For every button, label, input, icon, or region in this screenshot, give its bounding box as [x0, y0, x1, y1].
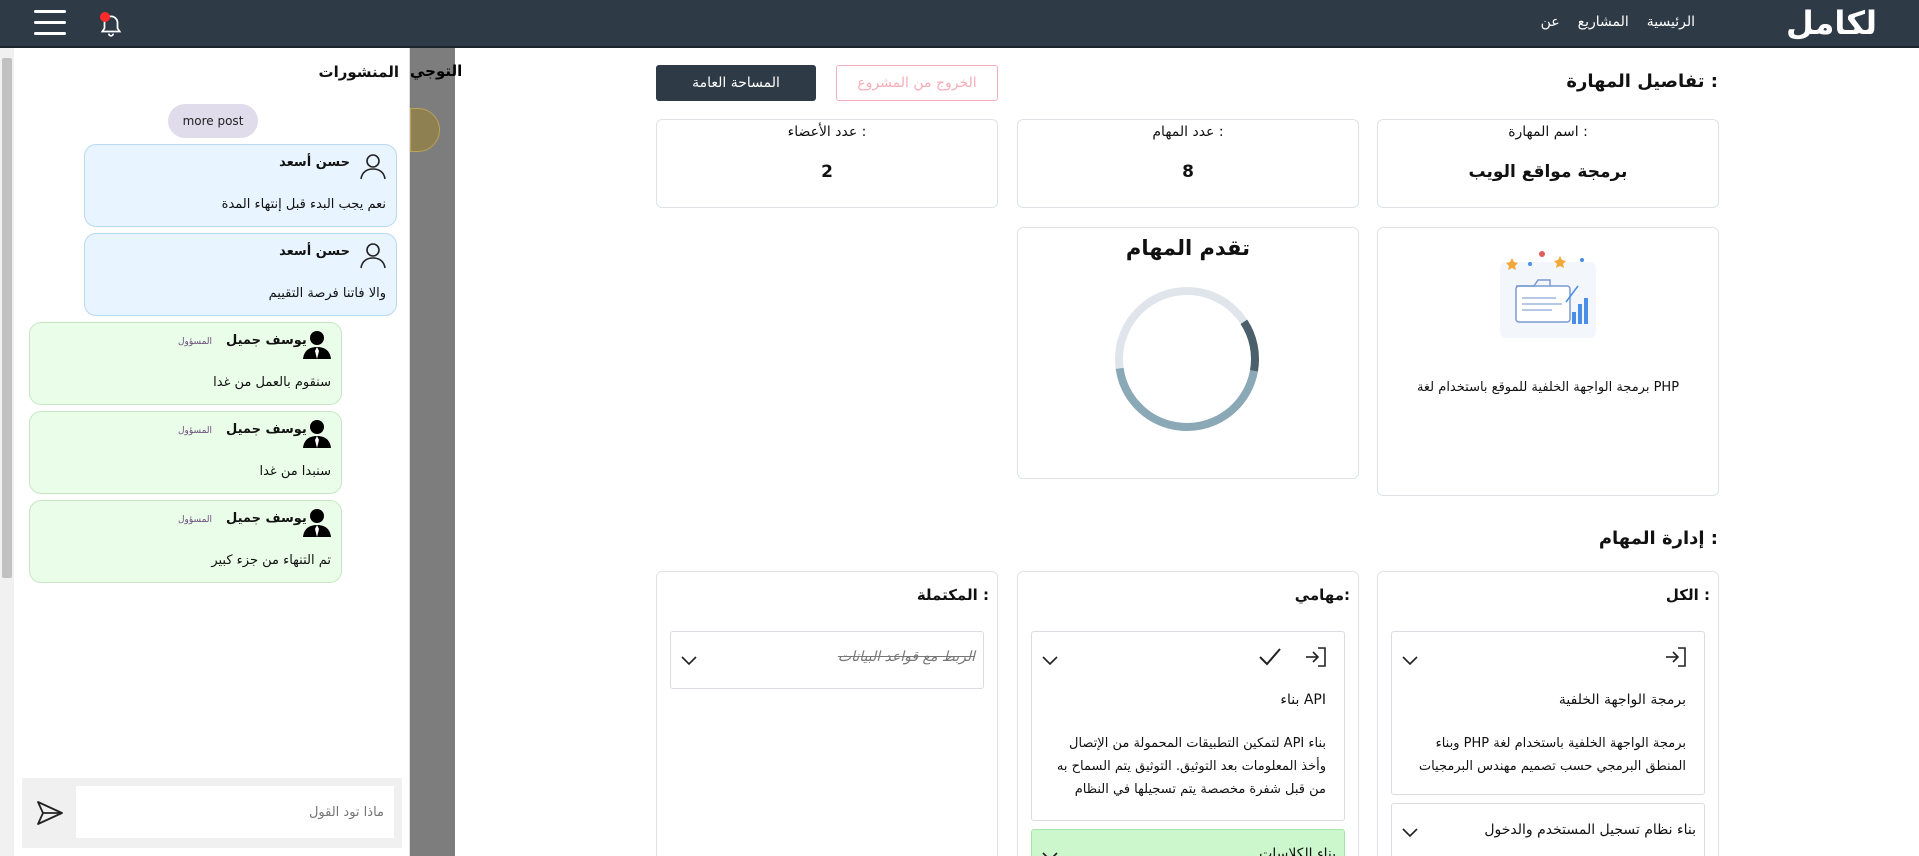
task-title: بناء API: [1280, 692, 1326, 708]
chevron-down-icon[interactable]: [1042, 850, 1058, 856]
members-count-value: 2: [821, 162, 833, 182]
message-text: تم التنهاء من جزء كبير: [211, 553, 331, 568]
task-card[interactable]: بناء نظام تسجيل المستخدم والدخول: [1391, 803, 1705, 856]
chevron-down-icon[interactable]: [1402, 826, 1418, 838]
skill-name-label: اسم المهارة :: [1508, 124, 1588, 140]
chat-message: يوسف جميل المسؤول سنبدا من غدا: [29, 411, 342, 494]
chat-message: يوسف جميل المسؤول تم التنهاء من جزء كبير: [29, 500, 342, 583]
message-author: يوسف جميل: [226, 333, 307, 348]
message-input[interactable]: [76, 786, 394, 838]
skill-name-value: برمجة مواقع الويب: [1468, 162, 1628, 182]
skill-name-card: اسم المهارة : برمجة مواقع الويب: [1377, 119, 1719, 208]
task-card-done-highlight[interactable]: بناء الكلاسات: [1031, 829, 1345, 856]
progress-arc-light: [1115, 287, 1259, 431]
done-tasks-column: المكتملة : الربط مع قواعد البيانات: [656, 571, 998, 856]
chevron-down-icon[interactable]: [1402, 654, 1418, 666]
all-tasks-column: الكل : برمجة الواجهة الخلفية برمجة الواج…: [1377, 571, 1719, 856]
user-avatar-icon: [360, 243, 386, 269]
message-text: سنقوم بالعمل من غدا: [213, 375, 331, 390]
task-card[interactable]: الربط مع قواعد البيانات: [670, 631, 984, 689]
my-tasks-column: مهامي: بناء API بناء API لتمكين التطبيقا…: [1017, 571, 1359, 856]
task-progress-title: تقدم المهام: [1125, 236, 1251, 260]
chat-message: حسن أسعد نعم يجب البدء قبل إنتهاء المدة: [84, 144, 397, 227]
nav-link-projects[interactable]: المشاريع: [1578, 14, 1629, 30]
chat-message: يوسف جميل المسؤول سنقوم بالعمل من غدا: [29, 322, 342, 405]
chevron-down-icon[interactable]: [1042, 654, 1058, 666]
tasks-count-value: 8: [1182, 162, 1194, 182]
nav-link-home[interactable]: الرئيسية: [1647, 14, 1695, 30]
chevron-down-icon[interactable]: [681, 654, 697, 666]
user-avatar-icon: [360, 154, 386, 180]
message-author: حسن أسعد: [279, 244, 350, 259]
task-title: برمجة الواجهة الخلفية: [1558, 692, 1686, 708]
skill-details-title: تفاصيل المهارة :: [1566, 71, 1718, 92]
skill-description: برمجة الواجهة الخلفية للموقع باستخدام لغ…: [1416, 380, 1680, 395]
overlay-heading-fragment: التوجي: [410, 62, 463, 80]
message-composer: [22, 778, 402, 848]
task-progress-ring: [1115, 287, 1259, 431]
task-card[interactable]: بناء API بناء API لتمكين التطبيقات المحم…: [1031, 631, 1345, 821]
my-tasks-title: مهامي:: [1294, 586, 1350, 604]
posts-panel: المنشورات more post حسن أسعد نعم يجب الب…: [0, 48, 410, 856]
nav-link-about[interactable]: عن: [1541, 14, 1560, 30]
analytics-illustration-icon: [1500, 251, 1596, 338]
nav-links: الرئيسية المشاريع عن: [1541, 14, 1695, 30]
message-role-badge: المسؤول: [178, 515, 213, 525]
exit-project-button[interactable]: الخروج من المشروع: [836, 65, 998, 101]
members-count-card: عدد الأعضاء : 2: [656, 119, 998, 208]
notification-badge: [100, 12, 110, 22]
progress-arc-dark: [1115, 287, 1259, 431]
top-navbar: الرئيسية المشاريع عن لكامل: [0, 0, 1919, 48]
message-author: حسن أسعد: [279, 155, 350, 170]
join-task-icon[interactable]: [1304, 646, 1328, 668]
tasks-count-label: عدد المهام :: [1152, 124, 1224, 140]
complete-task-check-icon[interactable]: [1258, 646, 1282, 668]
message-author: يوسف جميل: [226, 422, 307, 437]
page-overlay: [410, 48, 455, 856]
skill-description-card: برمجة الواجهة الخلفية للموقع باستخدام لغ…: [1377, 227, 1719, 496]
task-description: بناء API لتمكين التطبيقات المحمولة من ال…: [1056, 736, 1326, 797]
join-task-icon[interactable]: [1664, 646, 1688, 668]
message-role-badge: المسؤول: [178, 426, 213, 436]
message-author: يوسف جميل: [226, 511, 307, 526]
message-text: سنبدا من غدا: [259, 464, 331, 479]
more-posts-button[interactable]: more post: [168, 104, 258, 138]
tasks-count-card: عدد المهام : 8: [1017, 119, 1359, 208]
message-text: نعم يجب البدء قبل إنتهاء المدة: [221, 197, 386, 212]
hamburger-menu-icon[interactable]: [34, 10, 66, 38]
all-tasks-title: الكل :: [1665, 586, 1710, 604]
task-progress-card: تقدم المهام: [1017, 227, 1359, 479]
chat-message: حسن أسعد والا فاتنا فرصة التقييم: [84, 233, 397, 316]
task-description: برمجة الواجهة الخلفية باستخدام لغة PHP و…: [1418, 736, 1686, 774]
message-text: والا فاتنا فرصة التقييم: [268, 286, 386, 301]
message-role-badge: المسؤول: [178, 337, 213, 347]
app-logo[interactable]: لكامل: [1786, 4, 1877, 42]
task-title: الربط مع قواعد البيانات: [837, 649, 975, 665]
posts-title: المنشورات: [318, 63, 399, 81]
chat-scrollbar-thumb[interactable]: [2, 58, 12, 578]
send-icon[interactable]: [36, 800, 64, 826]
task-card[interactable]: برمجة الواجهة الخلفية برمجة الواجهة الخل…: [1391, 631, 1705, 795]
done-tasks-title: المكتملة :: [916, 586, 989, 604]
public-space-button[interactable]: المساحة العامة: [656, 65, 816, 101]
task-management-title: إدارة المهام :: [1598, 528, 1718, 549]
task-title: بناء نظام تسجيل المستخدم والدخول: [1484, 822, 1696, 838]
task-title: بناء الكلاسات: [1259, 846, 1336, 856]
members-count-label: عدد الأعضاء :: [787, 124, 867, 140]
